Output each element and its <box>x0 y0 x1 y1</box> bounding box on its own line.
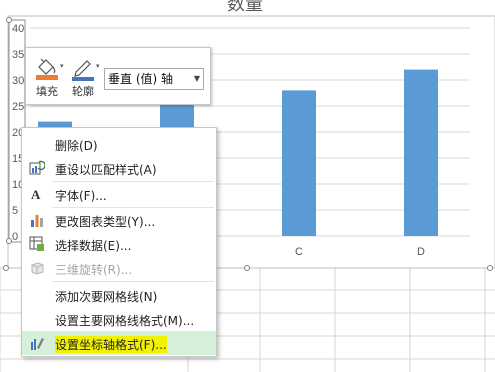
y-axis-tick-label: 30 <box>12 75 24 87</box>
outline-button[interactable]: ▾ 轮廓 <box>66 53 100 101</box>
y-axis-tick-label: 5 <box>12 205 18 217</box>
chart-type-icon <box>31 215 43 227</box>
svg-text:▾: ▾ <box>60 62 64 70</box>
menu-item-label: 更改图表类型(Y)... <box>55 215 156 229</box>
x-axis-category-label: D <box>417 246 425 258</box>
bar-C[interactable] <box>282 90 316 237</box>
y-axis-tick-label: 0 <box>12 231 18 243</box>
menu-item-label: 选择数据(E)... <box>55 239 132 253</box>
menu-item-label: 三维旋转(R)... <box>55 263 133 277</box>
pen-icon: ▾ <box>72 60 100 81</box>
paint-bucket-icon: ▾ <box>36 58 64 80</box>
menu-item-label: 设置坐标轴格式(F)... <box>55 336 167 353</box>
chart-handle-bm[interactable] <box>244 265 250 271</box>
menu-item-label: 删除(D) <box>55 139 98 153</box>
3d-rotate-icon <box>31 262 44 275</box>
fill-label: 填充 <box>36 85 58 98</box>
axis-handle-bottom[interactable] <box>6 238 12 244</box>
y-axis-tick-label: 35 <box>12 49 24 61</box>
y-axis-tick-label: 25 <box>12 101 24 113</box>
chevron-down-icon: ▼ <box>193 74 200 83</box>
chart-element-select[interactable]: 垂直 (值) 轴 ▼ <box>104 68 204 90</box>
menu-item-font[interactable]: A 字体(F)... <box>22 182 216 206</box>
menu-item-reset-style[interactable]: 重设以匹配样式(A) <box>22 156 216 180</box>
select-data-icon <box>29 236 44 251</box>
menu-item-delete[interactable]: 删除(D) <box>22 132 216 156</box>
context-menu: 删除(D) 重设以匹配样式(A) A 字体(F)... 更改图表类型(Y)... <box>21 127 217 357</box>
axis-handle-top[interactable] <box>6 17 12 23</box>
outline-color-swatch <box>72 77 94 81</box>
menu-item-label: 字体(F)... <box>55 189 107 203</box>
menu-separator <box>52 281 214 282</box>
menu-item-select-data[interactable]: 选择数据(E)... <box>22 232 216 256</box>
menu-item-label: 添加次要网格线(N) <box>55 290 158 304</box>
outline-label: 轮廓 <box>72 85 94 98</box>
reset-style-icon <box>29 160 45 175</box>
chart-handle-bl[interactable] <box>3 265 9 271</box>
menu-item-change-chart-type[interactable]: 更改图表类型(Y)... <box>22 208 216 232</box>
chart-handle-br[interactable] <box>487 265 493 271</box>
svg-text:▾: ▾ <box>96 62 100 70</box>
format-mini-toolbar: ▾ 填充 ▾ 轮廓 垂直 (值) 轴 ▼ <box>25 47 211 105</box>
x-axis-category-label: C <box>295 246 303 258</box>
menu-item-label: 重设以匹配样式(A) <box>55 163 157 177</box>
fill-color-swatch <box>36 75 58 80</box>
menu-item-add-minor-gridlines[interactable]: 添加次要网格线(N) <box>22 283 216 307</box>
fill-button[interactable]: ▾ 填充 <box>30 53 64 101</box>
menu-item-label: 设置主要网格线格式(M)... <box>55 314 195 328</box>
menu-item-3d-rotation[interactable]: 三维旋转(R)... <box>22 256 216 280</box>
chart-element-value: 垂直 (值) 轴 <box>108 72 173 86</box>
bar-D[interactable] <box>404 69 438 236</box>
chart-title[interactable]: 数量 <box>227 0 263 15</box>
svg-text:A: A <box>31 187 41 202</box>
font-icon: A <box>31 187 41 202</box>
menu-item-format-axis[interactable]: 设置坐标轴格式(F)... <box>22 331 216 355</box>
format-axis-icon <box>31 338 44 350</box>
y-axis-tick-label: 40 <box>12 23 24 35</box>
menu-item-format-major-gridlines[interactable]: 设置主要网格线格式(M)... <box>22 307 216 331</box>
